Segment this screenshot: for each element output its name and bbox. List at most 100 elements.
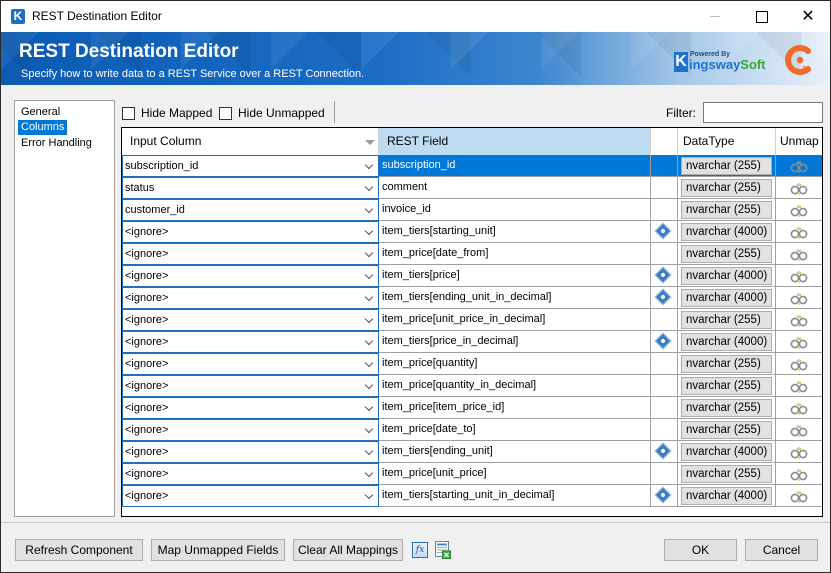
unmap-cell[interactable] <box>776 155 822 177</box>
table-row[interactable]: customer_id invoice_id nvarchar (255) <box>122 199 822 221</box>
chevron-down-icon[interactable] <box>364 226 374 236</box>
input-column-dropdown[interactable]: status <box>122 177 379 199</box>
unmap-link-icon[interactable] <box>790 402 808 415</box>
datatype-button[interactable]: nvarchar (4000) <box>681 443 772 461</box>
unmap-link-icon[interactable] <box>790 314 808 327</box>
input-column-dropdown[interactable]: subscription_id <box>122 155 379 177</box>
table-row[interactable]: <ignore> item_tiers[price] nvarchar (4000) <box>122 265 822 287</box>
unmap-link-icon[interactable] <box>790 468 808 481</box>
filter-input[interactable] <box>703 102 823 123</box>
table-row[interactable]: <ignore> item_price[unit_price_in_decimal… <box>122 309 822 331</box>
chevron-down-icon[interactable] <box>364 402 374 412</box>
table-row[interactable]: <ignore> item_price[unit_price] nvarchar (… <box>122 463 822 485</box>
unmap-cell[interactable] <box>776 419 822 441</box>
chevron-down-icon[interactable] <box>364 270 374 280</box>
unmap-cell[interactable] <box>776 243 822 265</box>
unmap-link-icon[interactable] <box>790 292 808 305</box>
datatype-button[interactable]: nvarchar (255) <box>681 377 772 395</box>
chevron-down-icon[interactable] <box>364 314 374 324</box>
rest-field-cell[interactable]: item_tiers[starting_unit_in_decimal] <box>379 485 651 507</box>
chevron-down-icon[interactable] <box>364 358 374 368</box>
datatype-button[interactable]: nvarchar (255) <box>681 421 772 439</box>
datatype-button[interactable]: nvarchar (4000) <box>681 223 772 241</box>
table-row[interactable]: subscription_id subscription_id nvarchar (… <box>122 155 822 177</box>
unmap-link-icon[interactable] <box>790 336 808 349</box>
unmap-cell[interactable] <box>776 397 822 419</box>
datatype-button[interactable]: nvarchar (255) <box>681 311 772 329</box>
chevron-down-icon[interactable] <box>364 424 374 434</box>
rest-field-cell[interactable]: item_price[quantity] <box>379 353 651 375</box>
info-diamond-icon[interactable] <box>654 486 672 504</box>
rest-field-cell[interactable]: item_tiers[starting_unit] <box>379 221 651 243</box>
input-column-dropdown[interactable]: <ignore> <box>122 419 379 441</box>
input-column-dropdown[interactable]: <ignore> <box>122 309 379 331</box>
unmap-link-icon[interactable] <box>790 490 808 503</box>
input-column-dropdown[interactable]: <ignore> <box>122 375 379 397</box>
input-column-dropdown[interactable]: <ignore> <box>122 221 379 243</box>
hide-unmapped-checkbox[interactable]: Hide Unmapped <box>219 105 325 121</box>
unmap-link-icon[interactable] <box>790 380 808 393</box>
datatype-button[interactable]: nvarchar (255) <box>681 179 772 197</box>
rest-field-cell[interactable]: item_tiers[price] <box>379 265 651 287</box>
table-row[interactable]: <ignore> item_price[quantity_in_decimal] n… <box>122 375 822 397</box>
unmap-link-icon[interactable] <box>790 270 808 283</box>
unmap-cell[interactable] <box>776 265 822 287</box>
input-column-dropdown[interactable]: <ignore> <box>122 441 379 463</box>
info-diamond-icon[interactable] <box>654 288 672 306</box>
sidebar-item-general[interactable]: General <box>18 105 63 120</box>
input-column-dropdown[interactable]: <ignore> <box>122 243 379 265</box>
unmap-cell[interactable] <box>776 287 822 309</box>
refresh-component-button[interactable]: Refresh Component <box>15 539 143 561</box>
chevron-down-icon[interactable] <box>364 336 374 346</box>
chevron-down-icon[interactable] <box>364 248 374 258</box>
rest-field-cell[interactable]: item_tiers[ending_unit_in_decimal] <box>379 287 651 309</box>
unmap-link-icon[interactable] <box>790 204 808 217</box>
cancel-button[interactable]: Cancel <box>745 539 818 561</box>
ok-button[interactable]: OK <box>664 539 737 561</box>
datatype-button[interactable]: nvarchar (255) <box>681 201 772 219</box>
rest-field-cell[interactable]: item_tiers[price_in_decimal] <box>379 331 651 353</box>
rest-field-cell[interactable]: invoice_id <box>379 199 651 221</box>
table-row[interactable]: <ignore> item_tiers[ending_unit_in_decima… <box>122 287 822 309</box>
unmap-cell[interactable] <box>776 353 822 375</box>
hide-mapped-checkbox[interactable]: Hide Mapped <box>122 105 212 121</box>
info-diamond-icon[interactable] <box>654 442 672 460</box>
input-column-dropdown[interactable]: <ignore> <box>122 331 379 353</box>
rest-field-cell[interactable]: item_price[date_to] <box>379 419 651 441</box>
sidebar-item-error-handling[interactable]: Error Handling <box>18 136 95 151</box>
input-column-dropdown[interactable]: <ignore> <box>122 353 379 375</box>
unmap-cell[interactable] <box>776 331 822 353</box>
chevron-down-icon[interactable] <box>364 468 374 478</box>
datatype-button[interactable]: nvarchar (255) <box>681 245 772 263</box>
rest-field-cell[interactable]: item_price[item_price_id] <box>379 397 651 419</box>
datatype-button[interactable]: nvarchar (4000) <box>681 289 772 307</box>
datatype-button[interactable]: nvarchar (4000) <box>681 333 772 351</box>
unmap-link-icon[interactable] <box>790 160 808 173</box>
datatype-button[interactable]: nvarchar (4000) <box>681 267 772 285</box>
table-row[interactable]: <ignore> item_price[item_price_id] nvarcha… <box>122 397 822 419</box>
info-diamond-icon[interactable] <box>654 332 672 350</box>
unmap-cell[interactable] <box>776 463 822 485</box>
clear-all-mappings-button[interactable]: Clear All Mappings <box>293 539 403 561</box>
close-button[interactable]: ✕ <box>785 1 831 32</box>
table-row[interactable]: <ignore> item_price[date_from] nvarchar (2… <box>122 243 822 265</box>
map-unmapped-fields-button[interactable]: Map Unmapped Fields <box>151 539 285 561</box>
unmap-link-icon[interactable] <box>790 446 808 459</box>
chevron-down-icon[interactable] <box>364 490 374 500</box>
table-row[interactable]: <ignore> item_tiers[ending_unit] nvarchar … <box>122 441 822 463</box>
unmap-cell[interactable] <box>776 309 822 331</box>
rest-field-cell[interactable]: comment <box>379 177 651 199</box>
chevron-down-icon[interactable] <box>364 292 374 302</box>
datatype-button[interactable]: nvarchar (255) <box>681 355 772 373</box>
info-diamond-icon[interactable] <box>654 266 672 284</box>
input-column-dropdown[interactable]: <ignore> <box>122 265 379 287</box>
chevron-down-icon[interactable] <box>364 380 374 390</box>
rest-field-cell[interactable]: subscription_id <box>379 155 651 177</box>
chevron-down-icon[interactable] <box>364 160 374 170</box>
table-row[interactable]: status comment nvarchar (255) <box>122 177 822 199</box>
table-row[interactable]: <ignore> item_price[date_to] nvarchar (255… <box>122 419 822 441</box>
unmap-link-icon[interactable] <box>790 226 808 239</box>
input-column-dropdown[interactable]: <ignore> <box>122 397 379 419</box>
unmap-cell[interactable] <box>776 485 822 507</box>
rest-field-cell[interactable]: item_price[unit_price] <box>379 463 651 485</box>
